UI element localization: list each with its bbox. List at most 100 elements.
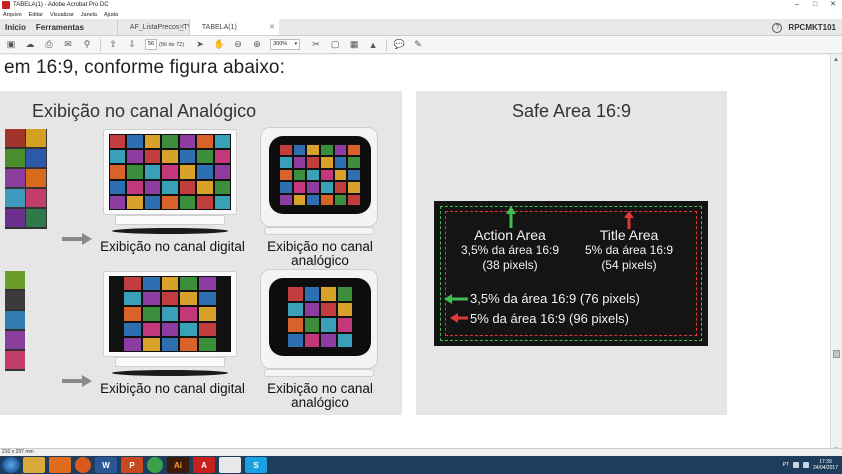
analog-caption: Exibição no canal analógico — [256, 240, 384, 268]
digital-monitor — [103, 129, 237, 215]
panel-title: Safe Area 16:9 — [511, 101, 632, 121]
document-heading: em 16:9, conforme figura abaixo: — [4, 57, 285, 78]
monitor-screen — [109, 134, 231, 210]
title-safe-description: 5% da área 16:9 (96 pixels) — [470, 311, 629, 326]
window-title: TABELA(1) - Adobe Acrobat Pro DC — [13, 2, 109, 8]
toolbar-divider — [386, 38, 388, 51]
user-name[interactable]: RPCMKT101 — [788, 23, 836, 32]
title-area-title: Title Area — [599, 227, 659, 243]
action-area-pixels: (38 pixels) — [482, 258, 538, 272]
acrobat-icon[interactable]: A — [193, 457, 215, 473]
page-count: (56 de 72) — [159, 41, 185, 48]
powerpoint-icon[interactable]: P — [121, 457, 143, 473]
media-icon[interactable] — [49, 457, 71, 473]
tv-screen — [269, 278, 371, 356]
thumbnail-strip — [5, 271, 25, 371]
analog-tv — [260, 127, 378, 227]
scroll-up-icon[interactable]: ▲ — [833, 57, 839, 63]
title-area-pixels: (54 pixels) — [601, 258, 657, 272]
network-icon[interactable] — [792, 462, 799, 468]
tab-inicio[interactable]: Início — [0, 19, 31, 35]
explorer-icon[interactable] — [23, 457, 45, 473]
word-icon[interactable]: W — [95, 457, 117, 473]
tab-document-tabela[interactable]: TABELA(1) ✕ — [188, 19, 279, 36]
firefox-icon[interactable] — [75, 457, 91, 473]
monitor-screen — [109, 276, 231, 352]
crop-icon[interactable]: ✂ — [310, 39, 322, 51]
menu-editar[interactable]: Editar — [29, 12, 43, 18]
analog-caption-line2: analógico — [291, 395, 349, 410]
digital-monitor — [103, 271, 237, 357]
channel-mosaic — [123, 276, 217, 352]
page-up-icon[interactable]: ⇧ — [107, 39, 119, 51]
upload-icon[interactable]: ☁ — [24, 39, 36, 51]
analog-caption-line1: Exibição no canal — [267, 381, 373, 396]
skype-icon[interactable]: S — [245, 457, 267, 473]
action-area-label: Action Area 3,5% da área 16:9 (38 pixels… — [454, 228, 566, 273]
maximize-button[interactable]: □ — [806, 0, 824, 10]
illustrator-icon[interactable]: Ai — [167, 457, 189, 473]
file-icon[interactable] — [219, 457, 241, 473]
scroll-thumb[interactable] — [833, 350, 840, 358]
toolbar: ▣ ☁ ⎙ ✉ ⚲ ⇧ ⇩ 56 (56 de 72) ➤ ✋ ⊖ ⊕ 300%… — [0, 36, 842, 54]
full-screen-icon[interactable]: ▦ — [348, 39, 360, 51]
close-tab-icon[interactable]: ✕ — [179, 19, 185, 36]
menu-ajuda[interactable]: Ajuda — [104, 12, 118, 18]
close-button[interactable]: ✕ — [824, 0, 842, 10]
analog-caption: Exibição no canal analógico — [256, 382, 384, 410]
locale-indicator[interactable]: PT — [783, 462, 789, 468]
document-view[interactable]: em 16:9, conforme figura abaixo: Exibiçã… — [0, 55, 830, 455]
help-icon[interactable]: ? — [772, 22, 783, 33]
zoom-out-icon[interactable]: ⊖ — [232, 39, 244, 51]
title-area-label: Title Area 5% da área 16:9 (54 pixels) — [574, 228, 684, 273]
close-tab-icon[interactable]: ✕ — [269, 19, 275, 36]
action-safe-description: 3,5% da área 16:9 (76 pixels) — [470, 291, 640, 306]
arrow-left-icon — [450, 313, 468, 323]
arrow-left-icon — [444, 294, 468, 304]
pen-icon[interactable]: ✎ — [412, 39, 424, 51]
menu-visualizar[interactable]: Visualizar — [50, 12, 74, 18]
save-icon[interactable]: ▣ — [5, 39, 17, 51]
channel-mosaic — [287, 286, 353, 348]
tab-bar: Início Ferramentas AF_ListaPrecos_TV_...… — [0, 19, 842, 36]
title-bar: TABELA(1) - Adobe Acrobat Pro DC – □ ✕ — [0, 0, 842, 10]
tab-ferramentas[interactable]: Ferramentas — [31, 19, 89, 35]
hand-tool-icon[interactable]: ✋ — [213, 39, 225, 51]
acrobat-icon — [2, 1, 10, 9]
action-area-percent: 3,5% da área 16:9 — [460, 243, 560, 257]
minimize-button[interactable]: – — [788, 0, 806, 10]
safe-area-panel: Safe Area 16:9 Action Area 3,5% da área … — [416, 91, 727, 415]
select-cursor-icon[interactable]: ➤ — [194, 39, 206, 51]
zoom-in-icon[interactable]: ⊕ — [251, 39, 263, 51]
stamp-icon[interactable]: ▲ — [367, 39, 379, 51]
digital-caption: Exibição no canal digital — [100, 381, 245, 396]
monitor-shadow — [112, 370, 228, 376]
action-area-title: Action Area — [474, 227, 546, 243]
chrome-icon[interactable] — [147, 457, 163, 473]
arrow-right-icon — [62, 375, 92, 387]
menu-arquivo[interactable]: Arquivo — [3, 12, 22, 18]
title-area-percent: 5% da área 16:9 — [584, 243, 674, 257]
search-icon[interactable]: ⚲ — [81, 39, 93, 51]
clock[interactable]: 17:39 24/04/2017 — [813, 459, 838, 471]
analog-caption-line2: analógico — [291, 253, 349, 268]
toolbar-divider — [100, 38, 101, 51]
page-number-input[interactable]: 56 — [145, 39, 157, 50]
vertical-scrollbar[interactable]: ▲ ▼ — [830, 55, 842, 455]
volume-icon[interactable] — [802, 462, 809, 468]
monitor-stand — [115, 215, 225, 225]
system-tray: PT 17:39 24/04/2017 — [783, 456, 838, 474]
zoom-select[interactable]: 300% ▾ — [270, 39, 301, 50]
email-icon[interactable]: ✉ — [62, 39, 74, 51]
comment-icon[interactable]: 💬 — [393, 39, 405, 51]
fit-page-icon[interactable]: ▢ — [329, 39, 341, 51]
start-button[interactable] — [2, 457, 20, 473]
digital-caption: Exibição no canal digital — [100, 239, 245, 254]
tab-label: TABELA(1) — [201, 24, 237, 31]
analog-tv — [260, 269, 378, 369]
menu-janela[interactable]: Janela — [81, 12, 97, 18]
safe-area-diagram: Action Area 3,5% da área 16:9 (38 pixels… — [434, 201, 708, 346]
print-icon[interactable]: ⎙ — [43, 39, 55, 51]
tab-document-listaprecos[interactable]: AF_ListaPrecos_TV_... ✕ — [116, 19, 202, 36]
page-down-icon[interactable]: ⇩ — [126, 39, 138, 51]
